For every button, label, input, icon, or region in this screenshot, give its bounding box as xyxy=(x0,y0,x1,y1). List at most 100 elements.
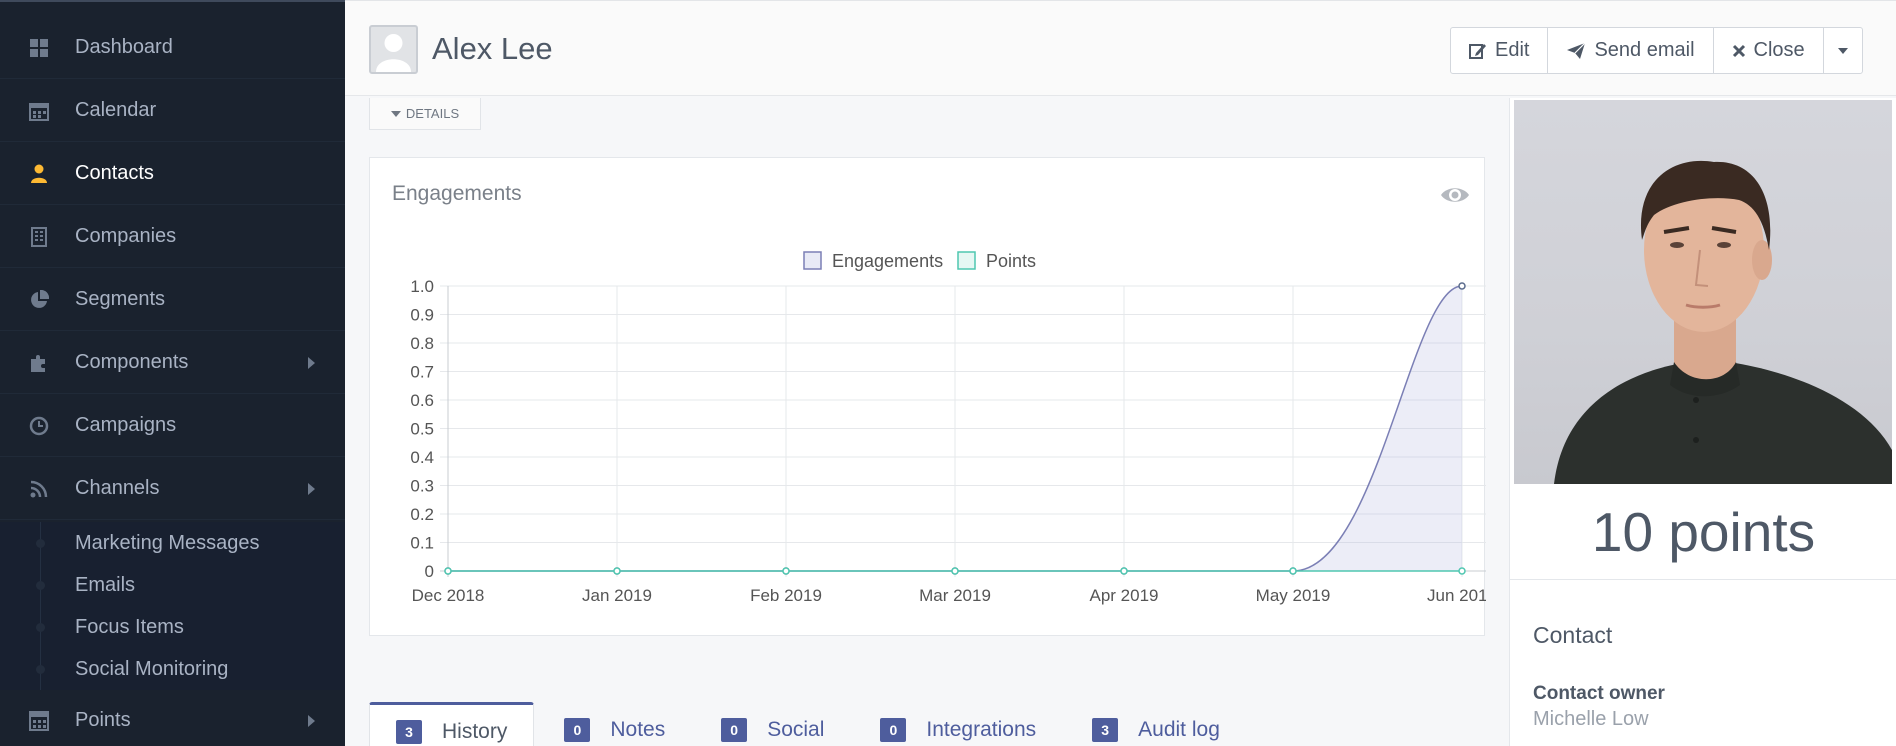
legend-label: Points xyxy=(986,251,1036,271)
x-tick-label: Feb 2019 xyxy=(750,586,822,605)
close-button[interactable]: Close xyxy=(1712,27,1824,74)
sidebar-item-contacts[interactable]: Contacts xyxy=(0,143,345,205)
page-title: Alex Lee xyxy=(432,31,553,66)
tab-social[interactable]: 0 Social xyxy=(695,702,850,746)
count-badge: 3 xyxy=(396,719,422,744)
paper-plane-icon xyxy=(1567,42,1586,59)
contact-owner-label: Contact owner xyxy=(1533,683,1665,704)
y-tick-label: 0.7 xyxy=(410,363,434,382)
subnav-item-focus-items[interactable]: Focus Items xyxy=(0,606,345,648)
y-tick-label: 0.2 xyxy=(410,505,434,524)
engagements-chart: 0 0.1 0.2 0.3 0.4 0.5 0.6 0.7 0.8 0.9 1.0 Dec 2018 J… xyxy=(410,251,1486,605)
building-icon xyxy=(28,226,50,248)
data-point xyxy=(1289,567,1297,575)
data-point xyxy=(1458,282,1466,290)
sidebar-item-label: Components xyxy=(75,351,189,373)
data-point xyxy=(951,567,959,575)
x-tick-label: Jun 2019 xyxy=(1427,586,1486,605)
tab-label: History xyxy=(442,719,508,743)
data-point xyxy=(782,567,790,575)
clock-icon xyxy=(28,415,50,437)
x-tick-label: Dec 2018 xyxy=(412,586,485,605)
avatar xyxy=(369,25,418,74)
details-toggle-label: DETAILS xyxy=(405,106,460,121)
details-toggle[interactable]: DETAILS xyxy=(369,98,481,130)
sidebar: Dashboard Calendar Contacts Companies Se… xyxy=(0,0,345,746)
more-options-button[interactable] xyxy=(1822,27,1863,74)
sidebar-item-label: Calendar xyxy=(75,99,157,121)
puzzle-icon xyxy=(28,352,50,374)
section-title: Contact xyxy=(1533,622,1613,648)
sidebar-item-label: Points xyxy=(75,709,131,731)
y-tick-label: 0.9 xyxy=(410,306,434,325)
chevron-right-icon xyxy=(308,356,315,369)
sidebar-item-segments[interactable]: Segments xyxy=(0,269,345,331)
contact-tabs: 3 History 0 Notes 0 Social 0 Integration… xyxy=(369,702,1250,746)
sidebar-item-calendar[interactable]: Calendar xyxy=(0,80,345,142)
caret-down-icon xyxy=(1837,47,1848,54)
count-badge: 3 xyxy=(1092,718,1119,742)
sidebar-item-companies[interactable]: Companies xyxy=(0,206,345,268)
page-header: Alex Lee Edit Send email Close xyxy=(345,0,1896,96)
engagements-panel: 0 0.1 0.2 0.3 0.4 0.5 0.6 0.7 0.8 0.9 1.0 Dec 2018 J… xyxy=(369,157,1486,636)
y-tick-label: 0.4 xyxy=(410,448,434,467)
y-tick-label: 0.3 xyxy=(410,477,434,496)
sidebar-item-label: Segments xyxy=(75,288,166,310)
subnav-item-social-monitoring[interactable]: Social Monitoring xyxy=(0,648,345,690)
contact-photo xyxy=(1514,100,1892,484)
edit-button[interactable]: Edit xyxy=(1450,27,1549,74)
tab-notes[interactable]: 0 Notes xyxy=(538,702,691,746)
tab-history[interactable]: 3 History xyxy=(369,702,535,746)
user-icon xyxy=(28,163,50,185)
contact-sidebar: 10 points Contact Contact owner Michelle… xyxy=(1509,98,1896,746)
data-point xyxy=(1458,567,1466,575)
contact-owner-value: Michelle Low xyxy=(1533,708,1649,730)
x-tick-label: Jan 2019 xyxy=(582,586,652,605)
sidebar-item-components[interactable]: Components xyxy=(0,332,345,394)
y-tick-label: 0.8 xyxy=(410,334,434,353)
subnav-item-label: Social Monitoring xyxy=(75,658,229,680)
sidebar-item-label: Channels xyxy=(75,477,160,499)
y-tick-label: 0.1 xyxy=(410,534,434,553)
eye-icon[interactable] xyxy=(1440,185,1470,205)
sidebar-item-label: Companies xyxy=(75,225,177,247)
count-badge: 0 xyxy=(880,718,907,742)
calendar-icon xyxy=(28,100,50,122)
data-point xyxy=(444,567,452,575)
data-point xyxy=(1120,567,1128,575)
rss-icon xyxy=(28,478,50,500)
subnav-item-label: Focus Items xyxy=(75,616,184,638)
points-display: 10 points xyxy=(1510,484,1896,580)
tab-label: Social xyxy=(767,718,825,741)
y-tick-label: 1.0 xyxy=(410,277,434,296)
sidebar-item-label: Contacts xyxy=(75,162,154,184)
send-email-button[interactable]: Send email xyxy=(1547,27,1714,74)
subnav-item-label: Marketing Messages xyxy=(75,532,260,554)
legend-swatch xyxy=(803,251,822,270)
y-tick-label: 0 xyxy=(425,562,434,581)
sidebar-item-points[interactable]: Points xyxy=(0,690,345,746)
subnav-item-emails[interactable]: Emails xyxy=(0,564,345,606)
subnav-item-marketing-messages[interactable]: Marketing Messages xyxy=(0,522,345,564)
calculator-icon xyxy=(28,710,50,732)
count-badge: 0 xyxy=(564,718,591,742)
data-point xyxy=(613,567,621,575)
caret-down-icon xyxy=(390,110,401,117)
x-tick-label: Mar 2019 xyxy=(919,586,991,605)
tab-audit-log[interactable]: 3 Audit log xyxy=(1066,702,1246,746)
close-button-label: Close xyxy=(1753,39,1805,61)
sidebar-item-channels[interactable]: Channels xyxy=(0,458,345,520)
bullet-icon xyxy=(36,623,45,632)
y-tick-label: 0.6 xyxy=(410,391,434,410)
chevron-right-icon xyxy=(308,482,315,495)
tab-integrations[interactable]: 0 Integrations xyxy=(854,702,1062,746)
send-email-button-label: Send email xyxy=(1594,39,1695,61)
legend-label: Engagements xyxy=(832,251,943,271)
edit-button-label: Edit xyxy=(1495,39,1530,61)
edit-icon xyxy=(1469,43,1486,59)
subnav-item-label: Emails xyxy=(75,574,136,596)
dashboard-icon xyxy=(28,37,50,59)
channels-submenu: Marketing Messages Emails Focus Items So… xyxy=(0,522,345,690)
sidebar-item-campaigns[interactable]: Campaigns xyxy=(0,395,345,457)
sidebar-item-dashboard[interactable]: Dashboard xyxy=(0,17,345,79)
